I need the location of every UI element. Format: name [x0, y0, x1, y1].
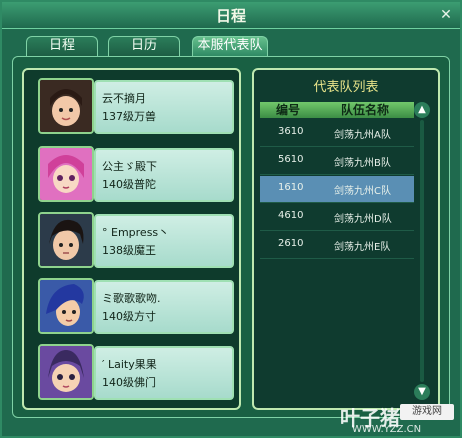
member-entry[interactable]: 云不摘月 137级万兽: [36, 76, 236, 138]
avatar-cute-girl-icon: [38, 344, 94, 400]
team-row[interactable]: 4610 剑荡九州D队: [260, 204, 414, 231]
member-level-class: 140级普陀: [102, 178, 156, 191]
close-icon[interactable]: ✕: [438, 7, 454, 23]
avatar-boy-smile-icon: [38, 78, 94, 134]
member-list: 云不摘月 137级万兽 公主ゞ殿下 140级普陀 ° Empress丶 138级…: [22, 68, 241, 410]
schedule-window: 日程 ✕ 日程 日历 本服代表队 云不摘月 137级万兽 公主ゞ殿下 140级普…: [0, 0, 462, 438]
member-name: ミ歌歌歌吻.: [102, 292, 161, 305]
member-entry[interactable]: ′ Laity果果 140级佛门: [36, 342, 236, 404]
header-number: 编号: [260, 102, 316, 118]
member-card: ° Empress丶 138级魔王: [94, 214, 234, 268]
window-title: 日程: [215, 7, 246, 25]
tab-schedule[interactable]: 日程: [26, 36, 98, 56]
team-list-scrollbar[interactable]: ▲ ▼: [414, 102, 430, 400]
member-card: 云不摘月 137级万兽: [94, 80, 234, 134]
avatar-dark-hair-boy-icon: [38, 212, 94, 268]
scroll-track[interactable]: [420, 120, 424, 382]
tab-calendar[interactable]: 日历: [108, 36, 180, 56]
team-name: 剑荡九州B队: [334, 158, 391, 169]
team-name: 剑荡九州E队: [334, 242, 391, 253]
member-level-class: 138级魔王: [102, 244, 156, 257]
member-name: ′ Laity果果: [102, 358, 157, 371]
tab-server-team[interactable]: 本服代表队: [192, 36, 268, 56]
member-level-class: 137级万兽: [102, 110, 156, 123]
member-card: 公主ゞ殿下 140级普陀: [94, 148, 234, 202]
team-number: 3610: [278, 126, 304, 137]
member-entry[interactable]: ° Empress丶 138级魔王: [36, 210, 236, 272]
avatar-pink-hair-girl-icon: [38, 146, 94, 202]
team-number: 2610: [278, 238, 304, 249]
member-level-class: 140级佛门: [102, 376, 156, 389]
team-list-panel: 代表队列表 编号 队伍名称 3610 剑荡九州A队 5610 剑荡九州B队 16…: [252, 68, 440, 410]
team-number: 4610: [278, 210, 304, 221]
member-name: ° Empress丶: [102, 226, 170, 239]
team-name: 剑荡九州A队: [334, 130, 391, 141]
member-level-class: 140级方寸: [102, 310, 156, 323]
team-list-title: 代表队列表: [313, 80, 379, 95]
scroll-up-icon[interactable]: ▲: [414, 102, 430, 118]
member-name: 公主ゞ殿下: [102, 160, 157, 173]
team-row[interactable]: 2610 剑荡九州E队: [260, 232, 414, 259]
team-row-selected[interactable]: 1610 剑荡九州C队: [260, 176, 414, 203]
header-team-name: 队伍名称: [316, 102, 414, 118]
member-entry[interactable]: ミ歌歌歌吻. 140级方寸: [36, 276, 236, 338]
team-row[interactable]: 3610 剑荡九州A队: [260, 120, 414, 147]
member-entry[interactable]: 公主ゞ殿下 140级普陀: [36, 144, 236, 206]
team-row[interactable]: 5610 剑荡九州B队: [260, 148, 414, 175]
watermark-badge: 游戏网: [400, 404, 454, 420]
scroll-down-icon[interactable]: ▼: [414, 384, 430, 400]
watermark-url: WWW.YZZ.CN: [352, 424, 422, 435]
member-card: ミ歌歌歌吻. 140级方寸: [94, 280, 234, 334]
team-name: 剑荡九州C队: [334, 186, 391, 197]
team-name: 剑荡九州D队: [334, 214, 392, 225]
title-bar: 日程 ✕: [2, 2, 460, 29]
member-name: 云不摘月: [102, 92, 146, 105]
team-number: 1610: [278, 182, 304, 193]
avatar-blue-hair-boy-icon: [38, 278, 94, 334]
member-card: ′ Laity果果 140级佛门: [94, 346, 234, 400]
team-number: 5610: [278, 154, 304, 165]
